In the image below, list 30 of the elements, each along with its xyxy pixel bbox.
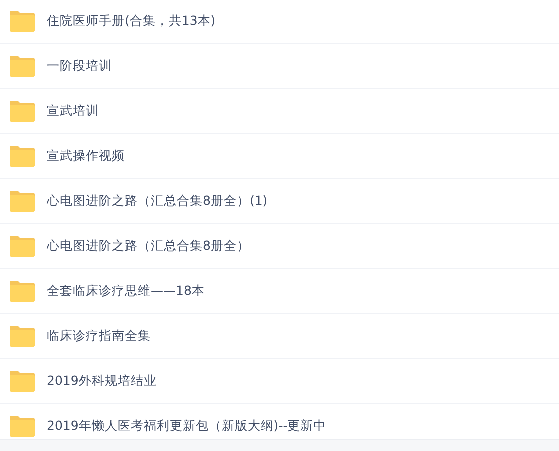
folder-name[interactable]: 2019年懒人医考福利更新包（新版大纲)--更新中: [47, 418, 327, 434]
folder-row[interactable]: 全套临床诊疗思维——18本: [0, 269, 559, 314]
folder-name[interactable]: 2019外科规培结业: [47, 372, 157, 390]
folder-icon: [9, 100, 35, 122]
folder-icon: [9, 56, 35, 76]
folder-icon: [9, 326, 35, 346]
folder-icon: [9, 146, 35, 166]
folder-row[interactable]: 一阶段培训: [0, 44, 559, 89]
folder-name[interactable]: 一阶段培训: [47, 58, 112, 74]
folder-name[interactable]: 宣武培训: [47, 102, 99, 120]
folder-row[interactable]: 2019年懒人医考福利更新包（新版大纲)--更新中: [0, 404, 559, 439]
folder-row[interactable]: 宣武培训: [0, 89, 559, 134]
folder-icon: [9, 370, 35, 392]
folder-icon: [9, 280, 35, 302]
folder-icon: [9, 236, 35, 256]
folder-row[interactable]: 住院医师手册(合集，共13本): [0, 0, 559, 44]
folder-name[interactable]: 住院医师手册(合集，共13本): [47, 12, 216, 30]
folder-name[interactable]: 全套临床诊疗思维——18本: [47, 282, 205, 300]
folder-row[interactable]: 心电图进阶之路（汇总合集8册全）(1): [0, 179, 559, 224]
folder-icon: [9, 10, 35, 32]
folder-name[interactable]: 心电图进阶之路（汇总合集8册全）: [47, 238, 250, 254]
folder-name[interactable]: 宣武操作视频: [47, 148, 125, 164]
folder-name[interactable]: 临床诊疗指南全集: [47, 328, 151, 344]
folder-icon: [9, 190, 35, 212]
folder-row[interactable]: 临床诊疗指南全集: [0, 314, 559, 359]
folder-row[interactable]: 心电图进阶之路（汇总合集8册全）: [0, 224, 559, 269]
folder-icon: [9, 416, 35, 436]
folder-row[interactable]: 2019外科规培结业: [0, 359, 559, 404]
folder-name[interactable]: 心电图进阶之路（汇总合集8册全）(1): [47, 192, 268, 210]
folder-row[interactable]: 宣武操作视频: [0, 134, 559, 179]
